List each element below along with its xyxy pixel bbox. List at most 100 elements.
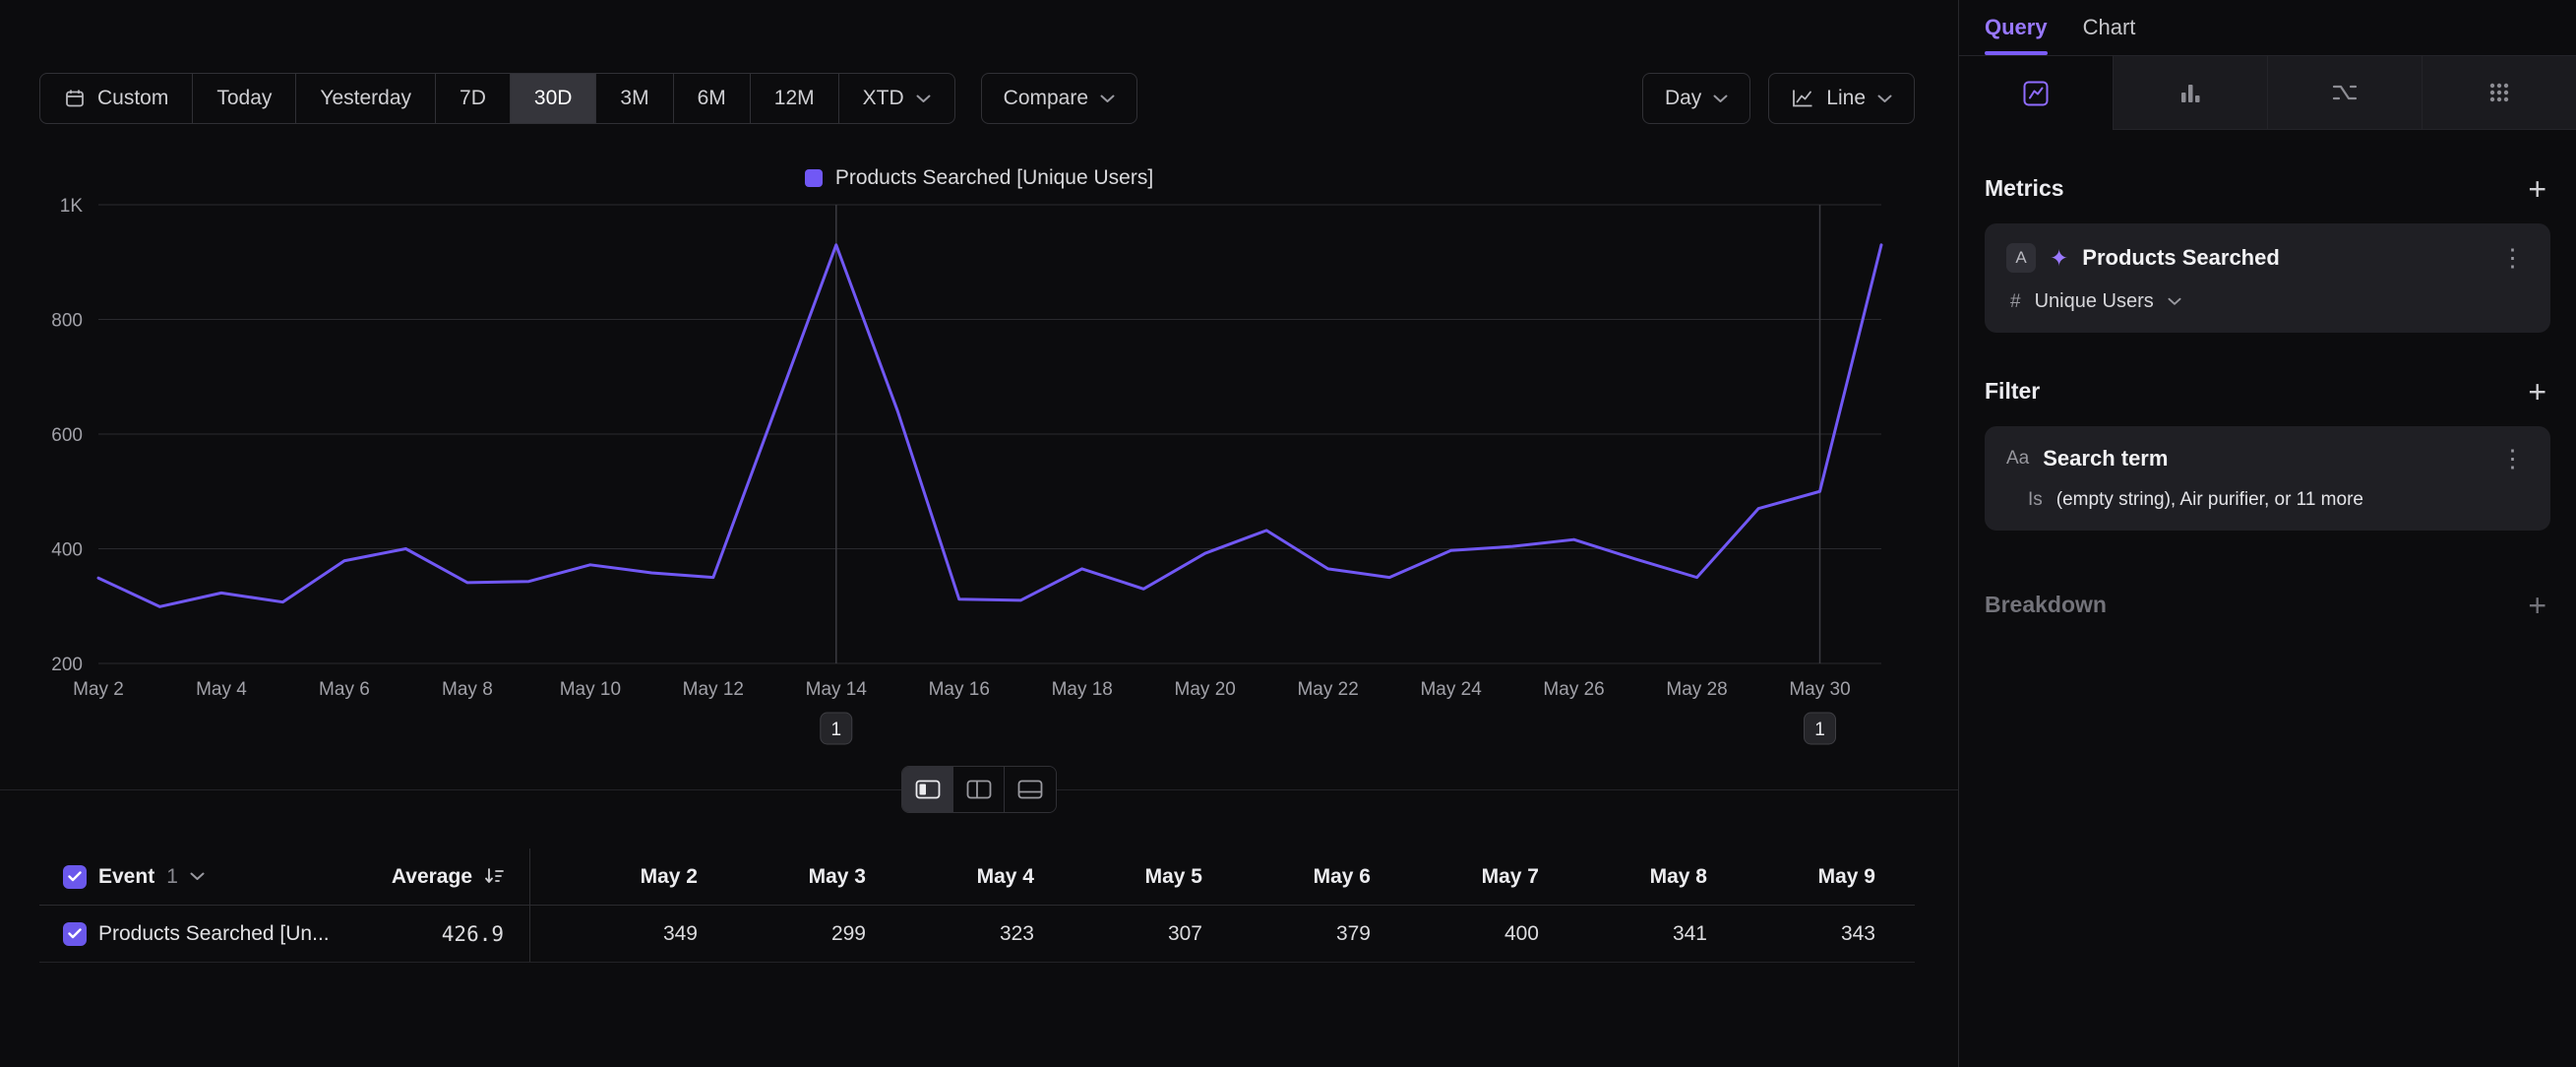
series-name[interactable]: Products Searched [Un... xyxy=(98,922,330,946)
chart-layout-icon xyxy=(966,780,992,799)
view-type-tabs xyxy=(1959,55,2576,130)
average-column-label: Average xyxy=(392,865,472,889)
svg-text:May 30: May 30 xyxy=(1789,679,1850,700)
layout-chart-button[interactable] xyxy=(953,767,1005,812)
layout-table-button[interactable] xyxy=(1005,767,1056,812)
line-chart-icon xyxy=(1791,88,1814,109)
grid-dots-icon xyxy=(2484,78,2514,107)
legend-swatch xyxy=(805,169,823,187)
filter-operator: Is xyxy=(2028,489,2043,511)
tab-query[interactable]: Query xyxy=(1985,0,2048,55)
table-cell: 307 xyxy=(1034,906,1202,962)
table-cell: 400 xyxy=(1371,906,1539,962)
column-header: May 8 xyxy=(1539,848,1707,905)
filter-property-name: Search term xyxy=(2043,446,2483,471)
event-count: 1 xyxy=(166,865,178,889)
view-flows-tab[interactable] xyxy=(2268,56,2423,130)
chevron-down-icon xyxy=(1877,94,1892,103)
table-cell: 323 xyxy=(866,906,1034,962)
range-xtd-button[interactable]: XTD xyxy=(839,74,954,123)
bar-chart-icon xyxy=(2176,78,2205,107)
add-metric-button[interactable]: + xyxy=(2524,176,2550,202)
layout-toggle-group xyxy=(901,766,1057,813)
granularity-button[interactable]: Day xyxy=(1642,73,1750,124)
sidebar-tabs: Query Chart xyxy=(1959,0,2576,55)
range-6m-button[interactable]: 6M xyxy=(674,74,751,123)
view-insights-tab[interactable] xyxy=(1959,56,2114,130)
row-checkbox[interactable] xyxy=(63,922,87,946)
insights-icon xyxy=(2021,79,2051,108)
average-value: 426.9 xyxy=(442,922,504,946)
range-30d-button[interactable]: 30D xyxy=(511,74,597,123)
metrics-heading-row: Metrics + xyxy=(1985,175,2550,202)
filter-menu-button[interactable]: ⋮ xyxy=(2496,447,2529,471)
chevron-down-icon xyxy=(1100,94,1115,103)
measure-label: Unique Users xyxy=(2035,290,2154,313)
metric-letter-badge: A xyxy=(2006,243,2036,273)
chevron-down-icon xyxy=(2168,297,2181,306)
metric-name: Products Searched xyxy=(2082,245,2483,271)
column-header: May 3 xyxy=(698,848,866,905)
svg-text:May 28: May 28 xyxy=(1666,679,1727,700)
table-header-row: Event 1 Average May 2 May 3 May 4 May 5 … xyxy=(39,848,1915,906)
column-header: May 7 xyxy=(1371,848,1539,905)
svg-text:May 14: May 14 xyxy=(806,679,868,700)
legend-label: Products Searched [Unique Users] xyxy=(835,166,1153,190)
table-cell: 299 xyxy=(698,906,866,962)
chevron-down-icon[interactable] xyxy=(190,872,205,881)
svg-text:May 20: May 20 xyxy=(1175,679,1236,700)
view-apps-tab[interactable] xyxy=(2423,56,2576,130)
filter-heading-row: Filter + xyxy=(1985,378,2550,405)
table-cell: 341 xyxy=(1539,906,1707,962)
svg-text:1: 1 xyxy=(1814,720,1825,740)
svg-text:May 4: May 4 xyxy=(196,679,247,700)
date-range-selector: Custom Today Yesterday 7D 30D 3M 6M 12M … xyxy=(39,73,955,124)
range-label: Custom xyxy=(97,87,168,110)
view-bar-tab[interactable] xyxy=(2114,56,2268,130)
breakdown-table: Event 1 Average May 2 May 3 May 4 May 5 … xyxy=(39,848,1915,963)
svg-text:1K: 1K xyxy=(60,196,84,217)
column-header: May 6 xyxy=(1202,848,1371,905)
range-12m-button[interactable]: 12M xyxy=(751,74,839,123)
filter-card[interactable]: Aa Search term ⋮ Is (empty string), Air … xyxy=(1985,426,2550,531)
filter-condition[interactable]: Is (empty string), Air purifier, or 11 m… xyxy=(2006,489,2529,511)
chart-type-button[interactable]: Line xyxy=(1768,73,1915,124)
column-header: May 4 xyxy=(866,848,1034,905)
add-filter-button[interactable]: + xyxy=(2524,379,2550,405)
column-header: May 9 xyxy=(1707,848,1875,905)
measure-selector[interactable]: # Unique Users xyxy=(2006,290,2529,313)
range-custom-button[interactable]: Custom xyxy=(40,74,193,123)
table-cell: 349 xyxy=(529,906,698,962)
filter-heading: Filter xyxy=(1985,378,2040,405)
svg-text:200: 200 xyxy=(51,655,83,675)
range-yesterday-button[interactable]: Yesterday xyxy=(296,74,436,123)
svg-text:May 16: May 16 xyxy=(929,679,990,700)
event-column-label: Event xyxy=(98,865,154,889)
line-chart[interactable]: 2004006008001KMay 2May 4May 6May 8May 10… xyxy=(39,195,1919,764)
query-sidebar: Query Chart Metrics + A xyxy=(1958,0,2576,1067)
metric-card[interactable]: A ✦ Products Searched ⋮ # Unique Users xyxy=(1985,223,2550,333)
chevron-down-icon xyxy=(916,94,931,103)
range-7d-button[interactable]: 7D xyxy=(436,74,511,123)
add-breakdown-button[interactable]: + xyxy=(2524,593,2550,618)
sort-icon[interactable] xyxy=(484,867,504,886)
svg-text:May 26: May 26 xyxy=(1543,679,1604,700)
tab-chart[interactable]: Chart xyxy=(2083,0,2136,55)
chart-legend[interactable]: Products Searched [Unique Users] xyxy=(0,165,1958,191)
breakdown-heading-row: Breakdown + xyxy=(1985,592,2550,618)
sparkle-icon: ✦ xyxy=(2050,245,2068,272)
main-panel: Custom Today Yesterday 7D 30D 3M 6M 12M … xyxy=(0,0,1958,1067)
compare-button[interactable]: Compare xyxy=(981,73,1137,124)
text-type-icon: Aa xyxy=(2006,448,2029,470)
svg-text:May 12: May 12 xyxy=(683,679,744,700)
range-3m-button[interactable]: 3M xyxy=(596,74,673,123)
insights-report: Custom Today Yesterday 7D 30D 3M 6M 12M … xyxy=(0,0,2576,1067)
svg-text:May 6: May 6 xyxy=(319,679,370,700)
metric-menu-button[interactable]: ⋮ xyxy=(2496,246,2529,271)
range-today-button[interactable]: Today xyxy=(193,74,296,123)
table-row: Products Searched [Un... 426.9 349 299 3… xyxy=(39,906,1915,963)
filter-value: (empty string), Air purifier, or 11 more xyxy=(2056,489,2363,511)
select-all-checkbox[interactable] xyxy=(63,865,87,889)
svg-text:1: 1 xyxy=(831,720,842,740)
layout-split-button[interactable] xyxy=(902,767,953,812)
